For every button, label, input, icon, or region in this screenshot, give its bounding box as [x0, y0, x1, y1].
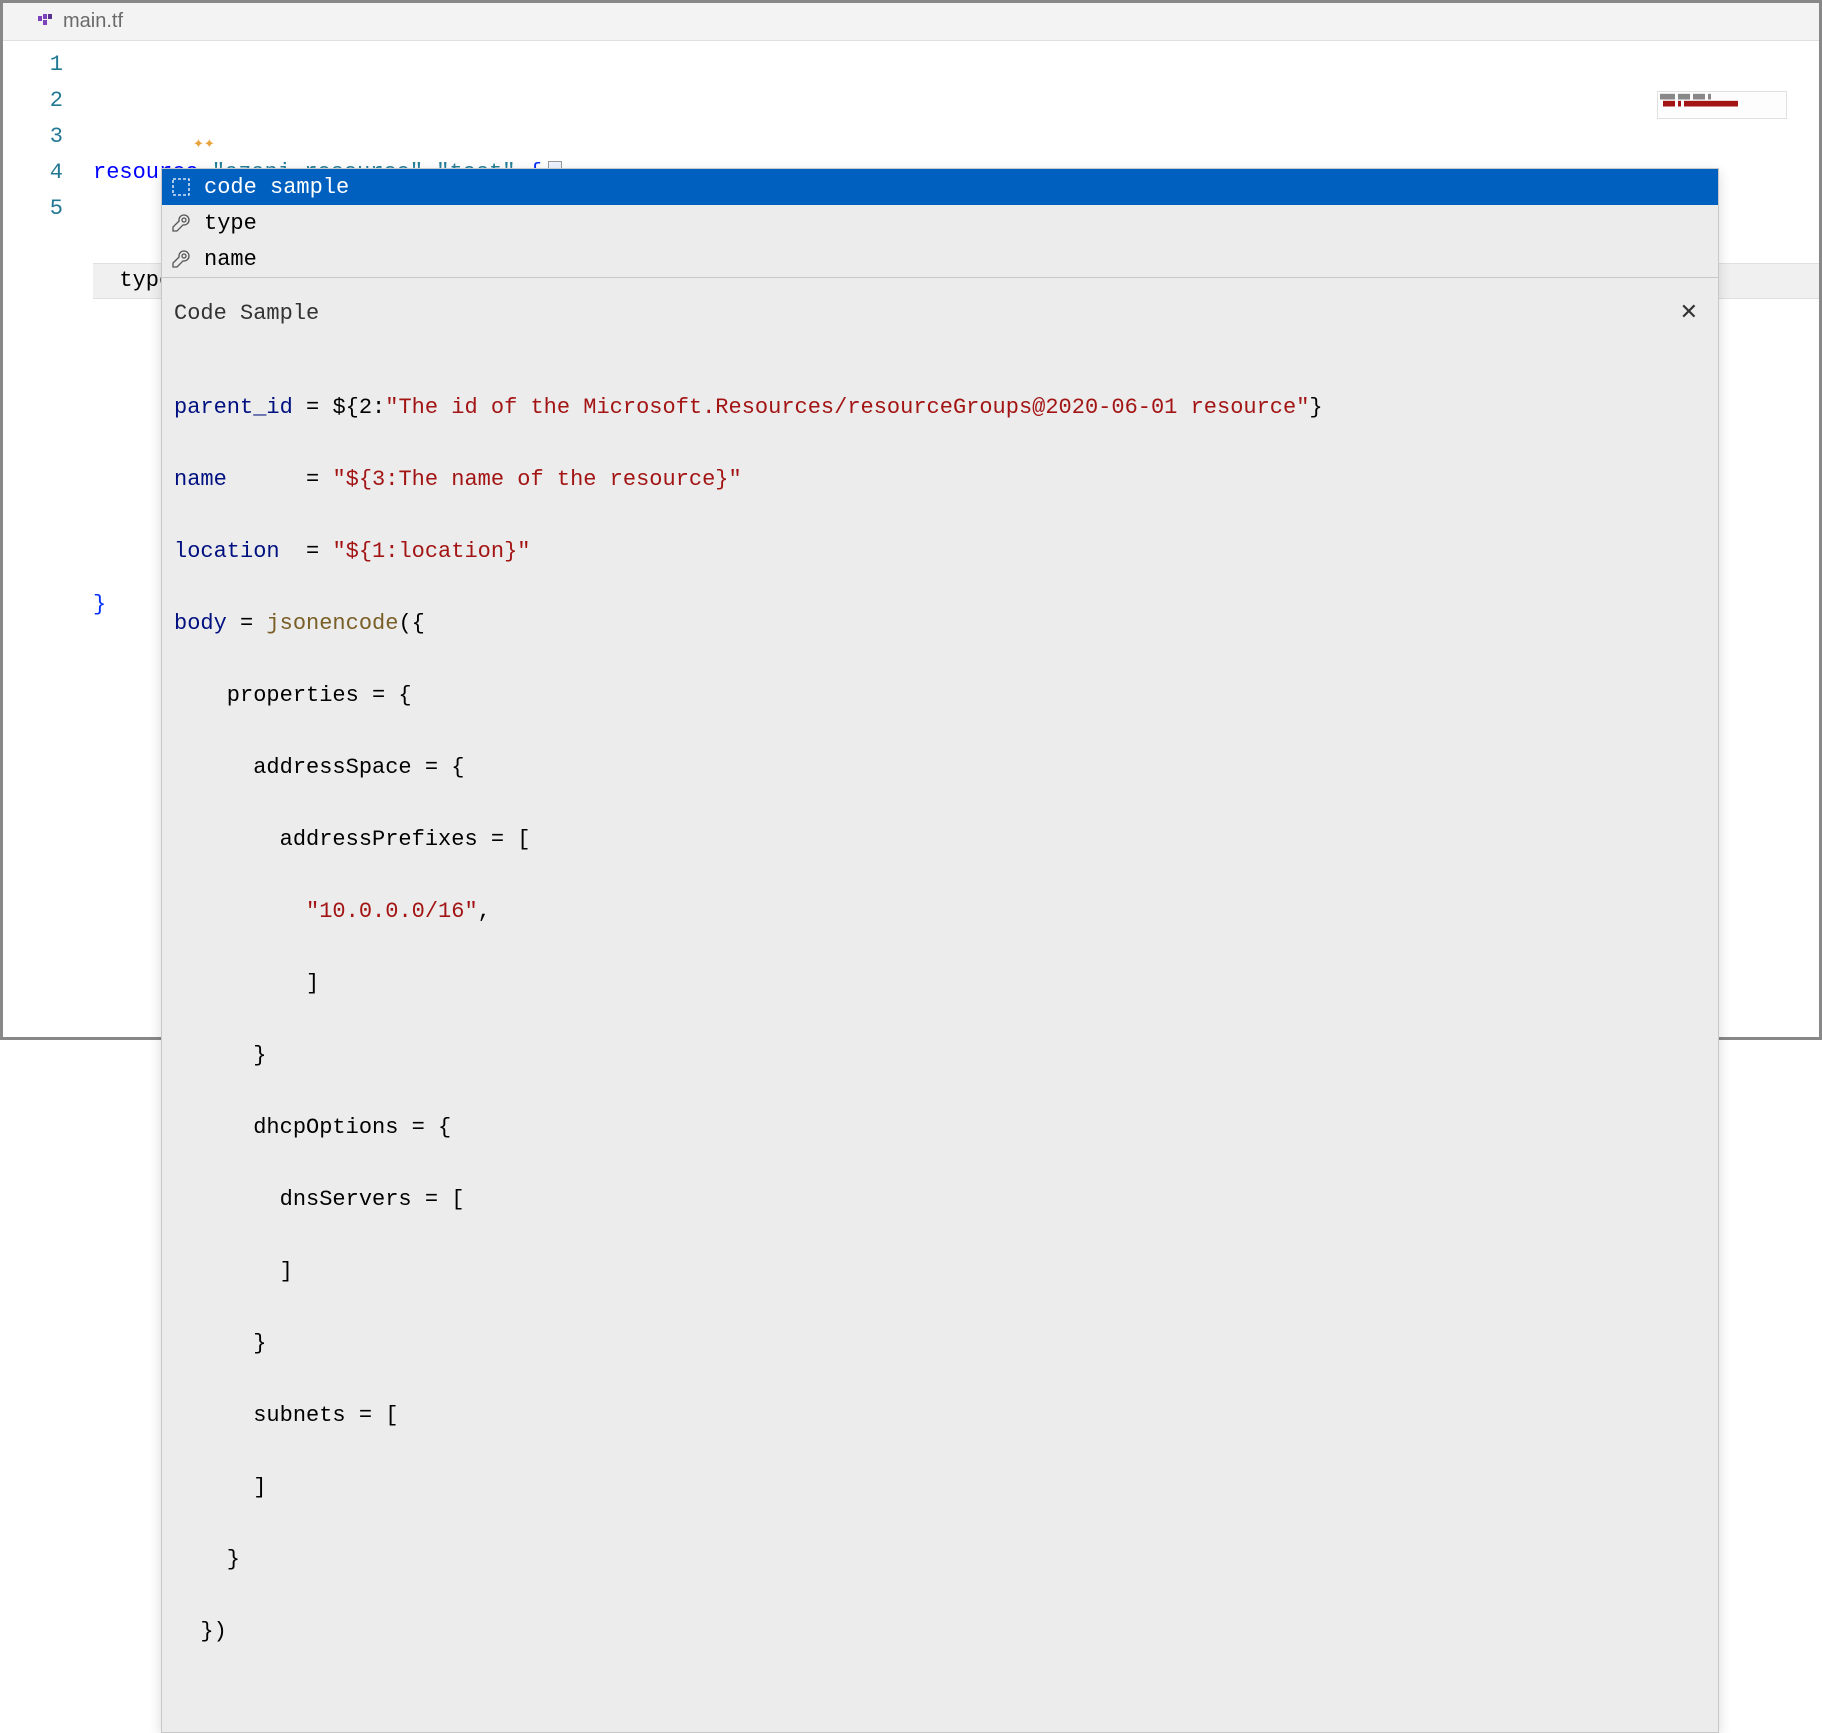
ai-sparkle-icon: ✦✦: [193, 127, 215, 163]
terraform-icon: [37, 13, 55, 31]
documentation-panel: Code Sample ✕ parent_id = ${2:"The id of…: [162, 277, 1718, 1732]
brace-close: }: [93, 587, 106, 623]
autocomplete-item-type[interactable]: type: [162, 205, 1718, 241]
minimap[interactable]: █████ ████ ████ █ ████ █ ███████████████…: [1657, 91, 1787, 119]
autocomplete-item-label: name: [204, 247, 257, 272]
tab-label[interactable]: main.tf: [63, 10, 123, 33]
line-number: 3: [3, 119, 63, 155]
autocomplete-popup: code sample type name Code Sample ✕ pare…: [161, 168, 1719, 1733]
tab-bar: main.tf: [3, 3, 1819, 41]
line-number: 4: [3, 155, 63, 191]
doc-title: Code Sample: [174, 296, 319, 332]
doc-body: parent_id = ${2:"The id of the Microsoft…: [174, 354, 1706, 1722]
autocomplete-item-name[interactable]: name: [162, 241, 1718, 277]
property-icon: [168, 246, 194, 272]
close-icon[interactable]: ✕: [1672, 294, 1706, 334]
property-icon: [168, 210, 194, 236]
doc-header: Code Sample ✕: [174, 294, 1706, 334]
line-number: 2: [3, 83, 63, 119]
autocomplete-item-label: code sample: [204, 175, 349, 200]
line-gutter: 1 2 3 4 5: [3, 47, 93, 695]
snippet-icon: [168, 174, 194, 200]
autocomplete-item-code-sample[interactable]: code sample: [162, 169, 1718, 205]
autocomplete-item-label: type: [204, 211, 257, 236]
line-number: 5: [3, 191, 63, 227]
line-number: 1: [3, 47, 63, 83]
